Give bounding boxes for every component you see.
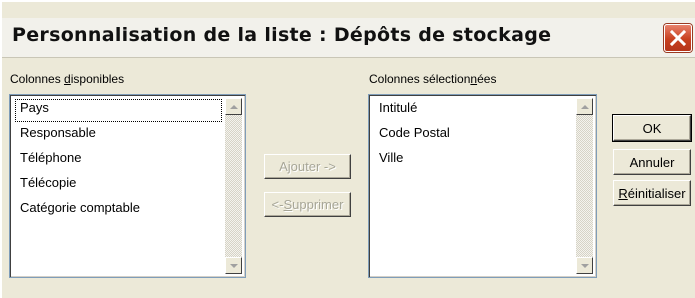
list-item[interactable]: Télécopie: [14, 173, 223, 198]
scroll-down-button[interactable]: [576, 257, 593, 274]
list-item[interactable]: Intitulé: [373, 98, 574, 123]
arrow-up-icon: [229, 104, 238, 109]
list-item[interactable]: Responsable: [14, 123, 223, 148]
reset-button[interactable]: Réinitialiser: [613, 180, 691, 206]
selected-columns-list[interactable]: Intitulé Code Postal Ville: [368, 94, 597, 278]
list-item[interactable]: Code Postal: [373, 123, 574, 148]
list-item[interactable]: Pays: [14, 98, 223, 123]
selected-columns-label: Colonnes sélectionnées: [369, 72, 497, 86]
close-button[interactable]: [664, 24, 692, 52]
available-list-scrollbar[interactable]: [225, 98, 242, 274]
list-item[interactable]: Téléphone: [14, 148, 223, 173]
remove-column-button[interactable]: <- Supprimer: [264, 192, 351, 217]
scroll-up-button[interactable]: [576, 98, 593, 115]
add-column-button[interactable]: Ajouter ->: [264, 154, 351, 179]
dialog-title: Personnalisation de la liste : Dépôts de…: [12, 24, 552, 46]
arrow-up-icon: [580, 104, 589, 109]
ok-button[interactable]: OK: [612, 114, 692, 142]
close-icon: [669, 29, 687, 47]
arrow-down-icon: [229, 263, 238, 268]
arrow-down-icon: [580, 263, 589, 268]
available-columns-label: Colonnes disponibles: [10, 72, 125, 86]
selected-list-scrollbar[interactable]: [576, 98, 593, 274]
scroll-down-button[interactable]: [225, 257, 242, 274]
available-columns-list[interactable]: Pays Responsable Téléphone Télécopie Catégor…: [9, 94, 246, 278]
cancel-button[interactable]: Annuler: [613, 149, 691, 175]
list-item[interactable]: Catégorie comptable: [14, 198, 223, 223]
customize-list-dialog: Personnalisation de la liste : Dépôts de…: [0, 0, 695, 298]
list-item[interactable]: Ville: [373, 148, 574, 173]
scroll-up-button[interactable]: [225, 98, 242, 115]
title-bar[interactable]: Personnalisation de la liste : Dépôts de…: [2, 18, 695, 58]
